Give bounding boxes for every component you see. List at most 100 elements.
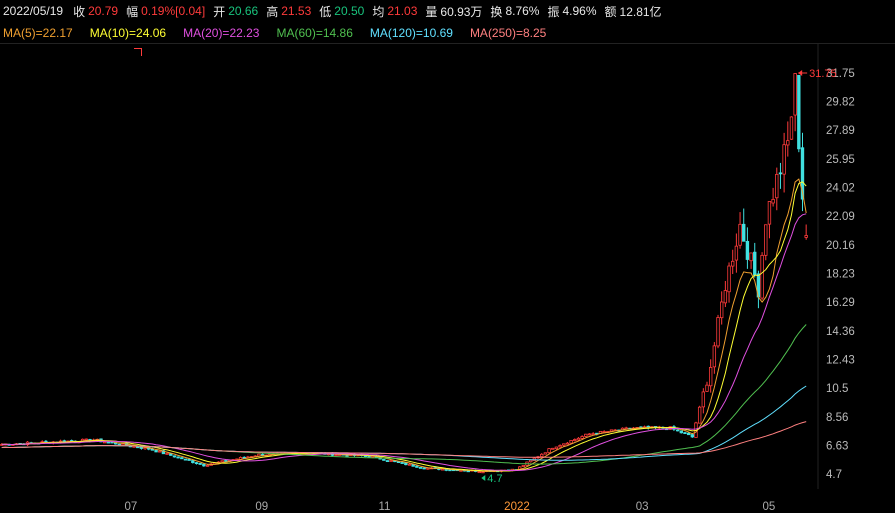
high-label: 高 xyxy=(266,4,279,19)
candle-body xyxy=(573,439,577,442)
turnover-value: 8.76% xyxy=(505,4,540,18)
candle-body xyxy=(187,459,191,461)
ma250-legend: MA(250)=8.25 xyxy=(469,26,547,40)
candle-body xyxy=(565,442,570,445)
candle-body xyxy=(396,461,401,464)
y-tick-label: 29.82 xyxy=(826,97,855,109)
candle-body xyxy=(400,462,404,464)
candle-body xyxy=(591,433,595,436)
candle-body xyxy=(716,317,720,347)
candle-body xyxy=(444,468,448,471)
x-tick-label: 11 xyxy=(378,501,390,513)
candle-body xyxy=(679,430,683,434)
candle-body xyxy=(742,223,746,242)
ma5-line xyxy=(1,178,807,472)
candle-body xyxy=(183,458,188,461)
amount-value: 12.81亿 xyxy=(619,4,662,19)
candle-body xyxy=(158,450,162,453)
candle-body xyxy=(224,460,228,462)
y-tick-label: 24.02 xyxy=(826,183,855,195)
candle-body xyxy=(540,453,544,457)
candle-body xyxy=(749,252,753,262)
change-label: 幅 xyxy=(126,4,139,19)
amplitude-value: 4.96% xyxy=(562,4,597,18)
candle-body xyxy=(786,140,790,146)
candle-body xyxy=(220,460,224,463)
volume-value: 60.93万 xyxy=(440,4,483,19)
candle-body xyxy=(415,465,419,468)
candle-body xyxy=(176,456,180,459)
y-tick-label: 6.63 xyxy=(826,440,848,452)
ma60-legend: MA(60)=14.86 xyxy=(276,26,353,40)
candle-body xyxy=(712,345,717,368)
candle-body xyxy=(804,235,808,238)
ma5-legend: MA(5)=22.17 xyxy=(3,26,73,40)
candle-body xyxy=(731,260,735,267)
candle-body xyxy=(481,471,485,474)
candle-body xyxy=(771,198,775,204)
low-label: 低 xyxy=(319,4,332,19)
candle-body xyxy=(701,391,706,408)
candle-body xyxy=(697,406,702,424)
candle-body xyxy=(587,433,592,436)
candle-body xyxy=(154,450,158,453)
candle-body xyxy=(745,240,750,260)
close-value: 20.79 xyxy=(88,4,119,18)
x-tick-label: 03 xyxy=(636,501,649,513)
open-value: 20.66 xyxy=(228,4,259,18)
y-tick-label: 25.95 xyxy=(826,154,855,166)
candle-body xyxy=(797,74,801,150)
y-tick-label: 18.23 xyxy=(826,268,855,280)
candlestick-chart[interactable]: 31.75 29.82 27.89 25.95 24.02 22.09 20.16 18.23… xyxy=(0,44,895,513)
y-tick-label: 22.09 xyxy=(826,211,855,223)
candle-body xyxy=(551,447,555,450)
low-value: 20.50 xyxy=(334,4,365,18)
candle-body xyxy=(543,452,548,455)
ma20-line xyxy=(1,213,807,471)
candle-body xyxy=(334,454,338,457)
candle-body xyxy=(558,445,562,448)
candle-body xyxy=(547,448,551,454)
high-value: 21.53 xyxy=(281,4,312,18)
y-tick-label: 16.29 xyxy=(826,297,855,309)
y-tick-label: 10.5 xyxy=(826,383,848,395)
candle-body xyxy=(198,462,202,465)
candle-body xyxy=(385,460,390,462)
candle-body xyxy=(389,460,393,462)
x-tick-label: 07 xyxy=(124,501,137,513)
candle-body xyxy=(102,441,107,444)
candle-body xyxy=(84,438,88,441)
candle-body xyxy=(562,443,566,446)
candle-body xyxy=(407,463,412,466)
candle-body xyxy=(529,459,533,463)
candle-body xyxy=(477,471,481,474)
candle-body xyxy=(136,446,140,449)
candle-body xyxy=(727,265,731,293)
candle-body xyxy=(418,466,423,469)
candle-body xyxy=(117,443,122,446)
candle-body xyxy=(775,173,779,199)
candle-body xyxy=(448,469,452,472)
candle-body xyxy=(191,460,195,463)
candle-body xyxy=(734,245,739,261)
open-label: 开 xyxy=(213,4,226,19)
quote-date: 2022/05/19 xyxy=(3,4,64,18)
candle-body xyxy=(690,434,694,438)
low-arrow-icon xyxy=(481,475,486,481)
candle-body xyxy=(760,254,764,299)
candle-body xyxy=(764,224,768,256)
candle-body xyxy=(165,452,169,455)
y-tick-label: 27.89 xyxy=(826,125,855,137)
y-tick-label: 12.43 xyxy=(826,354,855,366)
volume-label: 量 xyxy=(425,4,438,19)
y-tick-label: 14.36 xyxy=(826,326,855,338)
candle-body xyxy=(180,457,184,460)
x-tick-label: 09 xyxy=(255,501,268,513)
candle-body xyxy=(521,465,526,467)
candle-body xyxy=(778,172,783,175)
amount-label: 额 xyxy=(604,4,617,19)
x-tick-label: 05 xyxy=(763,501,776,513)
candle-body xyxy=(569,439,573,444)
candle-body xyxy=(708,367,713,387)
quote-info-bar: 2022/05/19 收 20.79 幅 0.19%[0.04] 开 20.66… xyxy=(0,0,895,22)
